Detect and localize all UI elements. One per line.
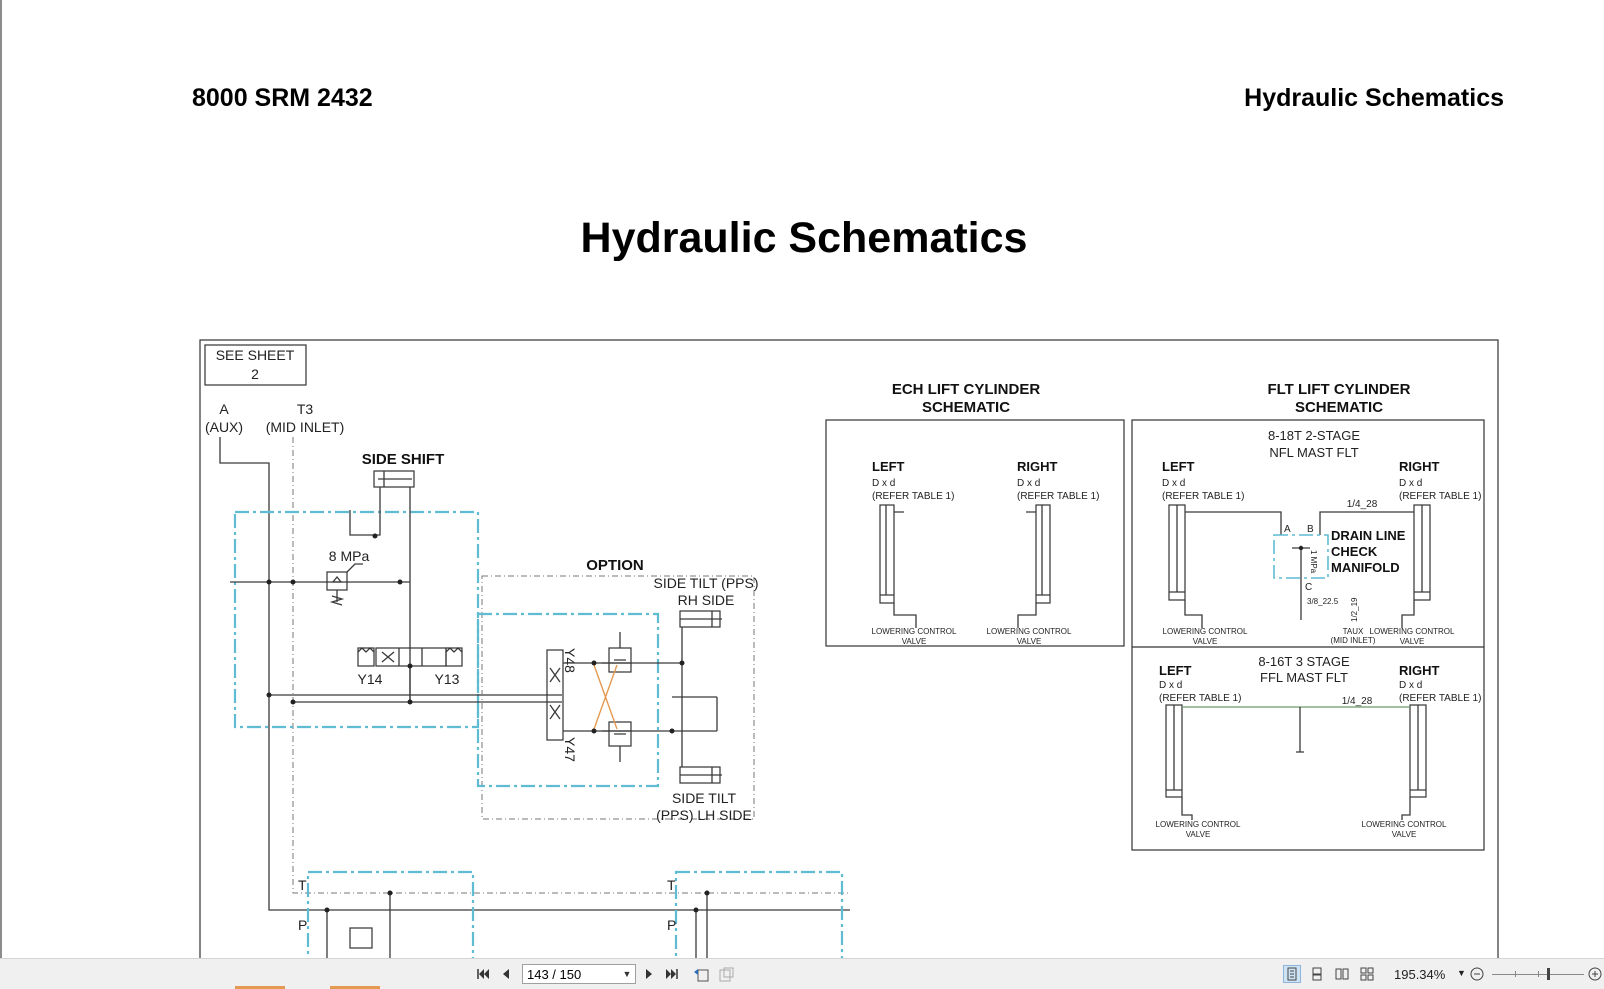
ech-left-label: LEFT — [872, 459, 905, 474]
ech-left-refer: (REFER TABLE 1) — [872, 491, 954, 502]
nfl-left-valve-desc: VALVE — [1193, 637, 1218, 646]
drain-manifold-label: DRAIN LINE — [1331, 528, 1406, 543]
ffl-left-valve-desc: VALVE — [1186, 830, 1211, 839]
port-p-label-2: P — [667, 917, 676, 933]
ech-title: ECH LIFT CYLINDER — [892, 381, 1040, 398]
see-sheet-label: SEE SHEET — [216, 347, 295, 363]
side-tilt-lh-desc: (PPS) LH SIDE — [656, 807, 752, 823]
continuous-facing-icon[interactable] — [1358, 965, 1376, 983]
see-sheet-number: 2 — [251, 366, 259, 382]
nfl-pipe-3-8: 3/8_22.5 — [1307, 597, 1339, 606]
nfl-pipe-half: 1/2_19 — [1350, 597, 1359, 622]
nfl-right-refer: (REFER TABLE 1) — [1399, 491, 1481, 502]
solenoid-y47-label: Y47 — [562, 737, 578, 762]
side-tilt-rh-desc: RH SIDE — [678, 592, 735, 608]
ffl-left-refer: (REFER TABLE 1) — [1159, 693, 1241, 704]
hydraulic-schematic: .ln{stroke:#3a3a3a;stroke-width:1.3;fill… — [199, 339, 1499, 958]
taux-label: TAUX — [1343, 627, 1364, 636]
ech-left-valve-label: LOWERING CONTROL — [872, 627, 957, 636]
ffl-right-dxd: D x d — [1399, 680, 1422, 691]
ech-left-valve-desc: VALVE — [902, 637, 927, 646]
ech-right-label: RIGHT — [1017, 459, 1058, 474]
drain-manifold-label-2: CHECK — [1331, 544, 1378, 559]
relief-pressure-label: 8 MPa — [329, 548, 370, 564]
ffl-left-dxd: D x d — [1159, 680, 1182, 691]
nfl-left-refer: (REFER TABLE 1) — [1162, 491, 1244, 502]
ffl-pipe-quarter: 1/4_28 — [1342, 696, 1373, 707]
flt-title: FLT LIFT CYLINDER — [1267, 381, 1410, 398]
continuous-icon[interactable] — [1308, 965, 1326, 983]
nfl-right-valve-desc: VALVE — [1400, 637, 1425, 646]
chevron-down-icon[interactable]: ▼ — [619, 969, 635, 979]
ffl-right-label: RIGHT — [1399, 663, 1440, 678]
ech-right-dxd: D x d — [1017, 478, 1040, 489]
page-number-input[interactable] — [523, 966, 619, 982]
previous-page-icon[interactable] — [497, 965, 515, 983]
ech-panel — [825, 419, 1125, 647]
facing-icon[interactable] — [1333, 965, 1351, 983]
port-t3-desc: (MID INLET) — [266, 419, 345, 435]
solenoid-y13-label: Y13 — [435, 671, 460, 687]
manifold-pressure: 1 MPa — [1309, 550, 1318, 574]
nfl-left-dxd: D x d — [1162, 478, 1185, 489]
port-t-label-2: T — [667, 877, 676, 893]
ffl-right-valve-desc: VALVE — [1392, 830, 1417, 839]
next-view-icon[interactable] — [717, 965, 735, 983]
zoom-slider-tick — [1515, 971, 1516, 977]
port-t3-label: T3 — [297, 401, 314, 417]
first-page-icon[interactable] — [474, 965, 492, 983]
ech-left-dxd: D x d — [872, 478, 895, 489]
chevron-down-icon[interactable]: ▼ — [1457, 968, 1466, 978]
nfl-left-valve-label: LOWERING CONTROL — [1163, 627, 1248, 636]
taux-desc: (MID INLET) — [1331, 636, 1376, 645]
port-a-label: A — [219, 401, 229, 417]
ffl-right-valve-label: LOWERING CONTROL — [1362, 820, 1447, 829]
single-page-icon[interactable] — [1283, 965, 1301, 983]
ffl-left-label: LEFT — [1159, 663, 1192, 678]
previous-view-icon[interactable] — [692, 965, 710, 983]
ech-right-refer: (REFER TABLE 1) — [1017, 491, 1099, 502]
zoom-level[interactable]: 195.34% — [1394, 967, 1445, 982]
ech-right-valve-desc: VALVE — [1017, 637, 1042, 646]
nfl-mast-label: 8-18T 2-STAGE — [1268, 428, 1360, 443]
port-a-desc: (AUX) — [205, 419, 243, 435]
nfl-pipe-quarter: 1/4_28 — [1347, 499, 1378, 510]
nfl-right-dxd: D x d — [1399, 478, 1422, 489]
option-label: OPTION — [586, 557, 644, 574]
document-viewport[interactable]: 8000 SRM 2432 Hydraulic Schematics Hydra… — [0, 0, 1604, 958]
manifold-port-a: A — [1284, 524, 1291, 535]
last-page-icon[interactable] — [663, 965, 681, 983]
side-tilt-rh-label: SIDE TILT (PPS) — [653, 575, 758, 591]
ffl-right-refer: (REFER TABLE 1) — [1399, 693, 1481, 704]
flt-subtitle: SCHEMATIC — [1295, 399, 1383, 416]
status-bar: ▼ 195.34% ▼ — [0, 958, 1604, 989]
ffl-mast-desc: FFL MAST FLT — [1260, 670, 1348, 685]
nfl-right-valve-label: LOWERING CONTROL — [1370, 627, 1455, 636]
nfl-right-label: RIGHT — [1399, 459, 1440, 474]
side-tilt-lh-label: SIDE TILT — [672, 790, 737, 806]
ffl-left-valve-label: LOWERING CONTROL — [1156, 820, 1241, 829]
zoom-slider-tick — [1538, 971, 1539, 977]
next-page-icon[interactable] — [640, 965, 658, 983]
drain-manifold-label-3: MANIFOLD — [1331, 560, 1400, 575]
zoom-slider-thumb[interactable] — [1547, 968, 1550, 980]
port-p-label-1: P — [298, 917, 307, 933]
ech-subtitle: SCHEMATIC — [922, 399, 1010, 416]
manifold-port-b: B — [1307, 524, 1314, 535]
ffl-mast-label: 8-16T 3 STAGE — [1258, 654, 1350, 669]
page-number-field[interactable]: ▼ — [522, 964, 636, 984]
port-t-label-1: T — [298, 877, 307, 893]
nfl-left-label: LEFT — [1162, 459, 1195, 474]
ech-right-valve-label: LOWERING CONTROL — [987, 627, 1072, 636]
solenoid-y14-label: Y14 — [358, 671, 383, 687]
side-shift-label: SIDE SHIFT — [362, 451, 445, 468]
zoom-out-icon[interactable] — [1468, 965, 1486, 983]
solenoid-y48-label: Y48 — [562, 648, 578, 673]
nfl-mast-desc: NFL MAST FLT — [1269, 445, 1358, 460]
zoom-in-icon[interactable] — [1586, 965, 1604, 983]
manifold-port-c: C — [1305, 582, 1312, 593]
